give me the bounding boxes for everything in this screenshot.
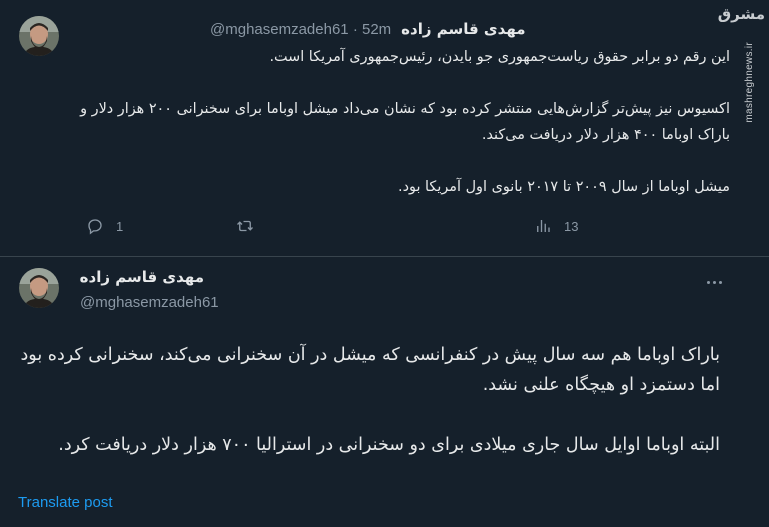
author-name[interactable]: مهدی قاسم زاده — [80, 268, 204, 286]
tweet-actions: 1 13 — [86, 214, 611, 238]
tweet-1[interactable]: @mghasemzadeh61 · 52m مهدی قاسم زاده این… — [0, 0, 769, 257]
reply-count: 1 — [116, 218, 124, 234]
more-options-icon[interactable] — [702, 272, 726, 292]
tweet-meta[interactable]: @mghasemzadeh61 · 52m — [210, 21, 391, 38]
handle[interactable]: @mghasemzadeh61 — [210, 21, 349, 38]
view-count: 13 — [564, 218, 579, 234]
tweet-header: @mghasemzadeh61 · 52m مهدی قاسم زاده — [210, 18, 710, 40]
handle[interactable]: @mghasemzadeh61 — [80, 294, 219, 311]
tweet-text: باراک اوباما هم سه سال پیش در کنفرانسی ک… — [20, 345, 720, 455]
retweet-icon — [237, 220, 253, 232]
tweet-2[interactable]: مهدی قاسم زاده @mghasemzadeh61 باراک اوب… — [0, 258, 769, 527]
timestamp[interactable]: 52m — [362, 21, 391, 38]
translate-post-link[interactable]: Translate post — [18, 494, 113, 511]
reply-button[interactable]: 1 — [86, 217, 123, 235]
author-name[interactable]: مهدی قاسم زاده — [401, 20, 525, 38]
reply-icon — [88, 219, 102, 235]
views-button[interactable]: 13 — [534, 217, 578, 235]
avatar[interactable] — [19, 268, 59, 308]
tweet-text: این رقم دو برابر حقوق ریاست‌جمهوری جو با… — [80, 49, 730, 195]
views-icon — [537, 220, 550, 232]
separator: · — [352, 20, 358, 38]
avatar-image — [19, 268, 59, 308]
retweet-button[interactable] — [236, 217, 254, 235]
avatar-image — [19, 16, 59, 56]
avatar[interactable] — [19, 16, 59, 56]
